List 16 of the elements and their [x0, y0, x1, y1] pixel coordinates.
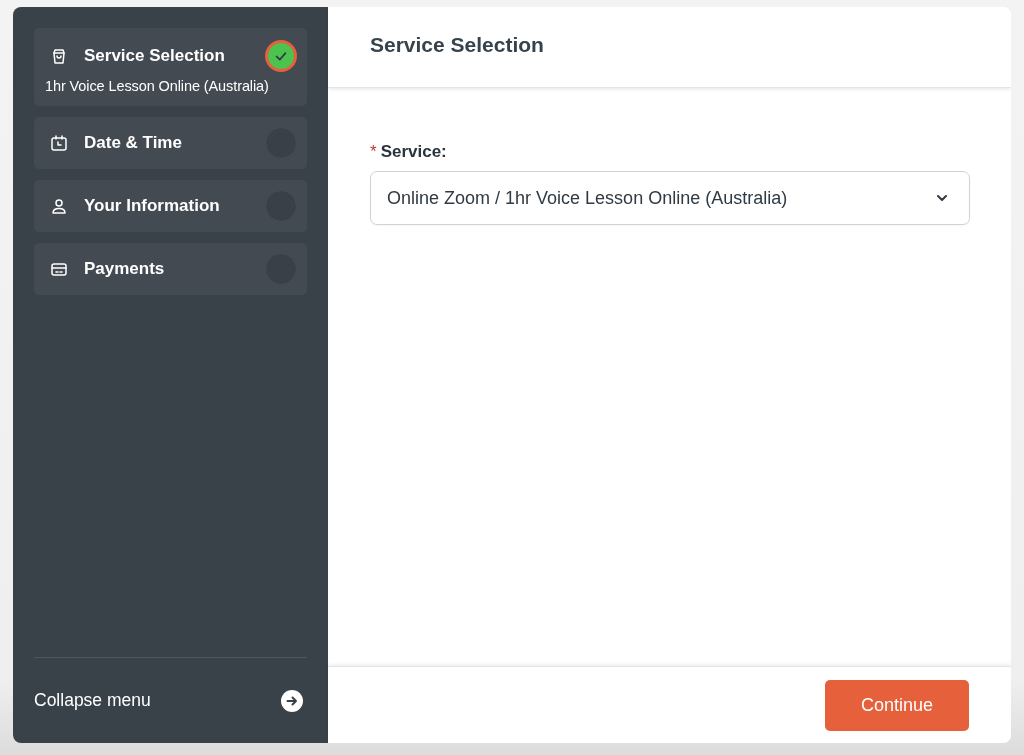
arrow-circle-icon[interactable]: [281, 689, 303, 712]
step-label: Date & Time: [84, 133, 183, 153]
page-title: Service Selection: [370, 33, 544, 57]
step-item[interactable]: Payments: [34, 243, 307, 295]
calendar-icon: [49, 133, 69, 153]
step-label: Your Information: [84, 196, 221, 216]
step-label: Service Selection: [84, 46, 226, 66]
step-item[interactable]: Service Selection 1hr Voice Lesson Online (Australia): [34, 28, 307, 106]
service-select[interactable]: Online Zoom / 1hr Voice Lesson Online (Australia): [370, 171, 970, 225]
step-item[interactable]: Your Information: [34, 180, 307, 232]
step-item[interactable]: Date & Time: [34, 117, 307, 169]
step-label: Payments: [84, 259, 166, 279]
person-icon: [49, 196, 69, 216]
collapse-menu-link[interactable]: Collapse menu: [34, 690, 151, 711]
step-detail: 1hr Voice Lesson Online (Australia): [45, 78, 270, 94]
field-label: * Service:: [370, 142, 448, 162]
